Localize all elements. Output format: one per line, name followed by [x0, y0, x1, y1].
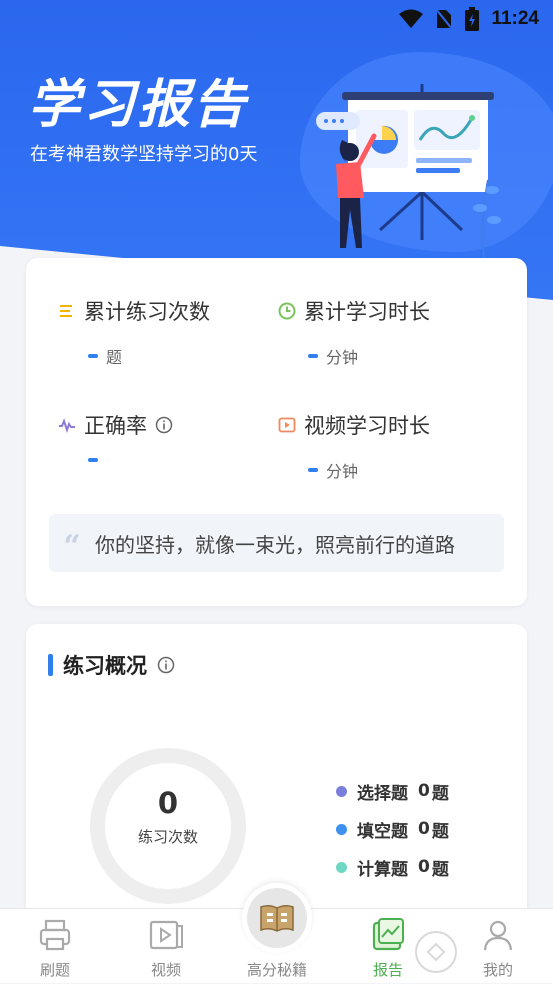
legend-count: 0 — [418, 819, 430, 839]
battery-icon — [465, 7, 480, 31]
practice-total-label: 练习次数 — [137, 828, 198, 846]
stats-card: 累计练习次数 题 累计学习时长 分钟 正确率 视频学习时长 分钟 “ 你的坚持，… — [26, 258, 527, 606]
stat-unit: 分钟 — [326, 462, 359, 481]
tab-label: 视频 — [150, 961, 181, 979]
tab-practice[interactable]: 刷题 — [5, 909, 105, 984]
stat-value-placeholder — [88, 354, 98, 358]
section-title-text: 练习概况 — [63, 654, 147, 678]
practice-donut-chart: 0 练习次数 — [90, 748, 246, 904]
video-play-icon — [149, 920, 183, 950]
watermark-logo — [413, 929, 459, 975]
center-tab-circle — [242, 883, 312, 953]
status-bar: 11:24 — [0, 0, 553, 38]
practice-overview-card: 练习概况 0 练习次数 选择题 0 题 填空题 0 题 计算题 0 题 — [26, 624, 527, 924]
stat-video-time: 视频学习时长 分钟 — [278, 410, 498, 481]
legend-item-fill-blank: 填空题 0 题 — [336, 810, 449, 848]
quote-icon: “ — [63, 529, 81, 564]
book-icon — [260, 904, 294, 932]
stat-unit: 分钟 — [326, 348, 359, 367]
wifi-icon — [399, 9, 424, 28]
stat-label: 视频学习时长 — [304, 414, 430, 438]
video-icon — [278, 417, 296, 433]
legend-unit: 题 — [431, 821, 449, 842]
legend-name: 选择题 — [357, 783, 408, 804]
legend-unit: 题 — [431, 859, 449, 880]
legend-name: 计算题 — [357, 859, 408, 880]
legend-item-calculation: 计算题 0 题 — [336, 848, 449, 886]
practice-total: 0 — [157, 786, 179, 820]
legend-count: 0 — [418, 857, 430, 877]
hero-subtitle: 在考神君数学坚持学习的0天 — [30, 144, 258, 165]
tab-label: 高分秘籍 — [246, 961, 307, 979]
tab-video[interactable]: 视频 — [116, 909, 216, 984]
presenter-illustration — [316, 84, 501, 260]
section-title: 练习概况 — [48, 650, 175, 680]
question-type-legend: 选择题 0 题 填空题 0 题 计算题 0 题 — [336, 772, 449, 886]
stat-value-placeholder — [308, 354, 318, 358]
info-icon[interactable] — [157, 656, 175, 674]
legend-dot — [336, 785, 347, 797]
legend-name: 填空题 — [357, 821, 408, 842]
stat-practice-count: 累计练习次数 题 — [58, 296, 278, 367]
tab-label: 刷题 — [39, 961, 70, 979]
legend-dot — [336, 861, 347, 873]
legend-count: 0 — [418, 781, 430, 801]
tab-high-score-tips[interactable]: 高分秘籍 — [236, 883, 336, 984]
report-chart-icon — [372, 918, 404, 951]
section-accent-bar — [48, 654, 53, 676]
stat-study-time: 累计学习时长 分钟 — [278, 296, 498, 367]
stat-label: 正确率 — [84, 414, 147, 438]
list-icon — [60, 305, 72, 317]
page-title: 学习报告 — [28, 76, 249, 134]
stat-value-placeholder — [88, 458, 98, 462]
quote-text: 你的坚持，就像一束光，照亮前行的道路 — [95, 532, 455, 557]
stat-label: 累计学习时长 — [304, 300, 430, 324]
stat-unit: 题 — [106, 348, 123, 367]
legend-unit: 题 — [431, 783, 449, 804]
stat-label: 累计练习次数 — [84, 300, 210, 324]
legend-dot — [336, 823, 347, 835]
pulse-icon — [59, 418, 75, 434]
printer-icon — [39, 919, 71, 951]
stat-accuracy: 正确率 — [58, 410, 278, 462]
stat-value-placeholder — [308, 468, 318, 472]
status-time: 11:24 — [491, 8, 539, 29]
no-sim-icon — [435, 8, 454, 30]
legend-item-choice: 选择题 0 题 — [336, 772, 449, 810]
info-icon[interactable] — [155, 416, 173, 434]
clock-icon — [278, 302, 296, 320]
motivational-quote: “ 你的坚持，就像一束光，照亮前行的道路 — [49, 514, 504, 572]
